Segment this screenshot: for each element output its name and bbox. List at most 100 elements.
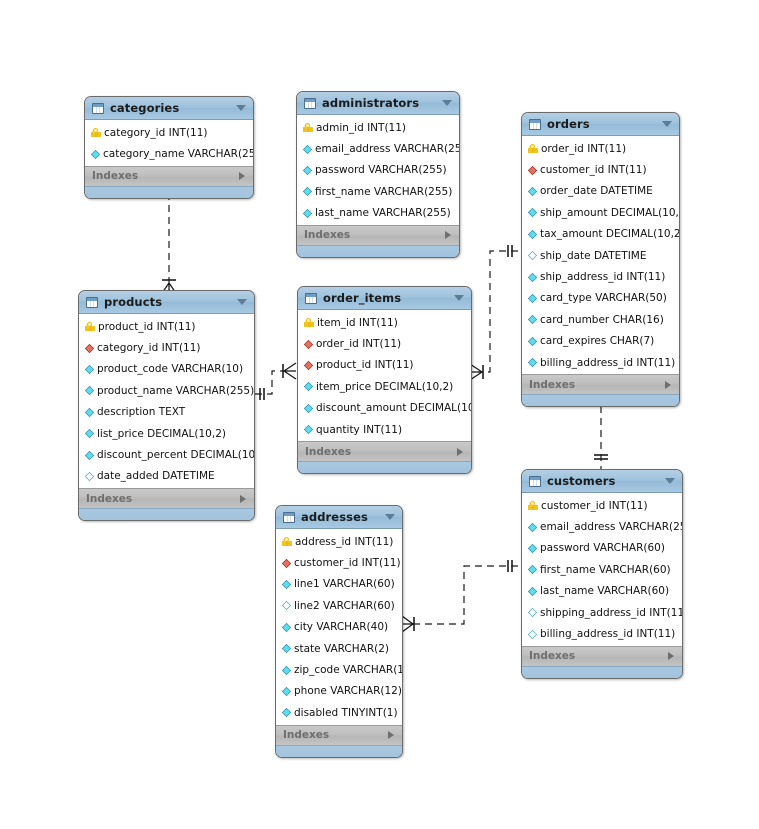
table-title: addresses	[301, 510, 368, 524]
column-name: card_number	[540, 313, 610, 326]
column-row[interactable]: card_number CHAR(16)	[522, 309, 679, 330]
column-row[interactable]: customer_id INT(11)	[276, 552, 402, 573]
column-row[interactable]: ship_amount DECIMAL(10,2)	[522, 202, 679, 223]
indexes-bar-products[interactable]: Indexes	[79, 488, 254, 509]
cyan-diamond-icon	[281, 708, 292, 718]
column-row[interactable]: billing_address_id INT(11)	[522, 623, 682, 644]
column-row[interactable]: description TEXT	[79, 402, 254, 423]
column-name: line2	[294, 599, 320, 612]
table-footer	[522, 665, 682, 678]
column-row[interactable]: item_id INT(11)	[298, 312, 471, 333]
table-header-orders[interactable]: orders	[522, 113, 679, 136]
column-row[interactable]: first_name VARCHAR(255)	[297, 181, 459, 202]
chevron-right-icon[interactable]	[457, 447, 463, 456]
chevron-down-icon[interactable]	[662, 121, 672, 127]
indexes-bar-administrators[interactable]: Indexes	[297, 224, 459, 245]
column-row[interactable]: date_added DATETIME	[79, 466, 254, 487]
table-card-products[interactable]: products product_id INT(11) category_id IN…	[78, 290, 255, 522]
column-row[interactable]: list_price DECIMAL(10,2)	[79, 423, 254, 444]
column-row[interactable]: line2 VARCHAR(60)	[276, 595, 402, 616]
table-card-customers[interactable]: customers customer_id INT(11) email_addres…	[521, 469, 683, 679]
column-name: tax_amount	[540, 228, 603, 241]
indexes-bar-order_items[interactable]: Indexes	[298, 441, 471, 462]
column-row[interactable]: last_name VARCHAR(60)	[522, 581, 682, 602]
column-row[interactable]: disabled TINYINT(1)	[276, 702, 402, 723]
chevron-down-icon[interactable]	[454, 295, 464, 301]
column-row[interactable]: ship_address_id INT(11)	[522, 266, 679, 287]
chevron-down-icon[interactable]	[442, 100, 452, 106]
chevron-right-icon[interactable]	[445, 231, 451, 240]
column-row[interactable]: billing_address_id INT(11)	[522, 352, 679, 373]
table-header-addresses[interactable]: addresses	[276, 506, 402, 529]
column-row[interactable]: phone VARCHAR(12)	[276, 681, 402, 702]
table-footer	[276, 744, 402, 757]
column-row[interactable]: city VARCHAR(40)	[276, 617, 402, 638]
table-card-addresses[interactable]: addresses address_id INT(11) customer_id I…	[275, 505, 403, 758]
chevron-right-icon[interactable]	[240, 494, 246, 503]
column-row[interactable]: order_date DATETIME	[522, 181, 679, 202]
column-row[interactable]: discount_amount DECIMAL(10,2)	[298, 398, 471, 419]
hollow-diamond-icon	[527, 608, 538, 618]
indexes-bar-categories[interactable]: Indexes	[85, 165, 253, 186]
chevron-down-icon[interactable]	[665, 478, 675, 484]
column-row[interactable]: quantity INT(11)	[298, 419, 471, 440]
column-row[interactable]: order_id INT(11)	[522, 138, 679, 159]
er-diagram-canvas: categories category_id INT(11) category_na…	[0, 0, 759, 829]
column-list: address_id INT(11) customer_id INT(11) lin…	[276, 529, 402, 725]
table-header-products[interactable]: products	[79, 291, 254, 314]
table-header-customers[interactable]: customers	[522, 470, 682, 493]
column-row[interactable]: ship_date DATETIME	[522, 245, 679, 266]
column-row[interactable]: card_type VARCHAR(50)	[522, 288, 679, 309]
column-row[interactable]: product_id INT(11)	[79, 316, 254, 337]
column-row[interactable]: product_id INT(11)	[298, 355, 471, 376]
table-header-order_items[interactable]: order_items	[298, 287, 471, 310]
column-row[interactable]: tax_amount DECIMAL(10,2)	[522, 224, 679, 245]
indexes-bar-orders[interactable]: Indexes	[522, 374, 679, 395]
column-row[interactable]: admin_id INT(11)	[297, 117, 459, 138]
column-row[interactable]: card_expires CHAR(7)	[522, 331, 679, 352]
column-row[interactable]: email_address VARCHAR(255)	[522, 516, 682, 537]
column-row[interactable]: product_name VARCHAR(255)	[79, 380, 254, 401]
indexes-label: Indexes	[92, 170, 139, 183]
column-row[interactable]: item_price DECIMAL(10,2)	[298, 376, 471, 397]
column-row[interactable]: customer_id INT(11)	[522, 495, 682, 516]
column-row[interactable]: customer_id INT(11)	[522, 159, 679, 180]
column-row[interactable]: state VARCHAR(2)	[276, 638, 402, 659]
column-row[interactable]: email_address VARCHAR(255)	[297, 138, 459, 159]
indexes-bar-addresses[interactable]: Indexes	[276, 724, 402, 745]
table-card-orders[interactable]: orders order_id INT(11) customer_id INT(11…	[521, 112, 680, 408]
table-card-order_items[interactable]: order_items item_id INT(11) order_id INT(1…	[297, 286, 472, 475]
cyan-diamond-icon	[527, 336, 538, 346]
cyan-diamond-icon	[527, 565, 538, 575]
column-row[interactable]: shipping_address_id INT(11)	[522, 602, 682, 623]
chevron-down-icon[interactable]	[236, 105, 246, 111]
column-row[interactable]: category_id INT(11)	[79, 337, 254, 358]
chevron-right-icon[interactable]	[388, 731, 394, 740]
column-row[interactable]: password VARCHAR(60)	[522, 538, 682, 559]
column-row[interactable]: category_id INT(11)	[85, 122, 253, 143]
chevron-down-icon[interactable]	[237, 299, 247, 305]
column-row[interactable]: password VARCHAR(255)	[297, 160, 459, 181]
column-row[interactable]: address_id INT(11)	[276, 531, 402, 552]
column-type: INT(11)	[367, 121, 406, 134]
table-card-administrators[interactable]: administrators admin_id INT(11) email_addr…	[296, 91, 460, 258]
column-type: VARCHAR(12)	[330, 685, 402, 698]
column-row[interactable]: category_name VARCHAR(255)	[85, 143, 253, 164]
chevron-right-icon[interactable]	[668, 652, 674, 661]
column-row[interactable]: product_code VARCHAR(10)	[79, 359, 254, 380]
table-card-categories[interactable]: categories category_id INT(11) category_na…	[84, 96, 254, 199]
indexes-label: Indexes	[305, 445, 352, 458]
table-header-administrators[interactable]: administrators	[297, 92, 459, 115]
column-type: VARCHAR(10)	[171, 363, 244, 376]
indexes-bar-customers[interactable]: Indexes	[522, 645, 682, 666]
column-row[interactable]: line1 VARCHAR(60)	[276, 574, 402, 595]
chevron-right-icon[interactable]	[239, 172, 245, 181]
column-row[interactable]: order_id INT(11)	[298, 333, 471, 354]
column-row[interactable]: discount_percent DECIMAL(10,2)	[79, 444, 254, 465]
column-row[interactable]: first_name VARCHAR(60)	[522, 559, 682, 580]
table-header-categories[interactable]: categories	[85, 97, 253, 120]
chevron-right-icon[interactable]	[665, 380, 671, 389]
column-row[interactable]: last_name VARCHAR(255)	[297, 203, 459, 224]
chevron-down-icon[interactable]	[385, 514, 395, 520]
column-row[interactable]: zip_code VARCHAR(10)	[276, 659, 402, 680]
